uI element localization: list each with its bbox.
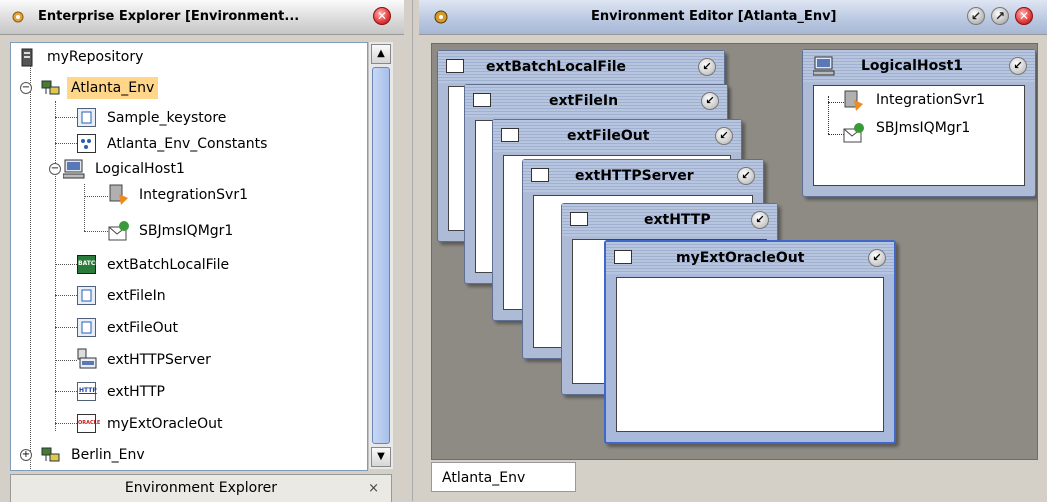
batch-icon: BATCH (77, 255, 100, 274)
editor-title: Environment Editor [Atlanta_Env] (591, 9, 837, 24)
editor-bottom-strip (431, 492, 1036, 501)
minimize-icon[interactable]: ↙ (967, 7, 985, 25)
environment-editor-panel: Environment Editor [Atlanta_Env] ↙ ↗ ✕ e… (419, 0, 1047, 501)
logicalhost-item-integrationsvr1[interactable]: IntegrationSvr1 (876, 92, 985, 108)
integration-server-icon (107, 184, 129, 206)
environment-icon (41, 445, 61, 465)
component-window-logicalhost1[interactable]: LogicalHost1 ↙ IntegrationSvr1 SBJmsIQMg… (802, 49, 1036, 197)
jms-manager-icon (842, 122, 866, 144)
scroll-thumb[interactable] (372, 67, 390, 444)
collapse-toggle-icon[interactable]: − (49, 163, 61, 175)
environment-icon (41, 78, 61, 98)
explorer-title: Enterprise Explorer [Environment... (38, 9, 300, 24)
selected-label: Atlanta_Env (67, 77, 159, 99)
scroll-up-icon[interactable]: ▲ (371, 44, 391, 64)
file-icon (77, 286, 96, 305)
keystore-icon (77, 108, 96, 127)
http-icon: HTTP (77, 382, 97, 401)
scroll-down-icon[interactable]: ▼ (371, 447, 391, 467)
tab-environment-explorer[interactable]: Environment Explorer × (10, 474, 392, 502)
http-server-icon (77, 348, 97, 370)
minimize-icon[interactable]: ↙ (715, 127, 733, 145)
close-icon[interactable]: ✕ (373, 7, 391, 25)
component-window-myextoracleout[interactable]: myExtOracleOut ↙ (604, 240, 896, 444)
close-icon[interactable]: ✕ (1015, 7, 1033, 25)
maximize-icon[interactable]: ↗ (991, 7, 1009, 25)
enterprise-explorer-panel: Enterprise Explorer [Environment... ✕ my… (0, 0, 412, 502)
explorer-titlebar[interactable]: Enterprise Explorer [Environment... ✕ (0, 0, 404, 35)
minimize-icon[interactable]: ↙ (868, 249, 886, 267)
minimize-icon[interactable]: ↙ (1009, 57, 1027, 75)
explorer-vertical-scrollbar[interactable]: ▲ ▼ (368, 42, 393, 469)
minimize-icon[interactable]: ↙ (751, 211, 769, 229)
tab-atlanta-env[interactable]: Atlanta_Env (431, 462, 576, 492)
editor-titlebar-icon (431, 8, 451, 26)
constants-icon (77, 134, 96, 153)
explorer-titlebar-icon (10, 9, 26, 25)
tab-close-icon[interactable]: × (368, 475, 379, 502)
minimize-icon[interactable]: ↙ (701, 92, 719, 110)
jms-manager-icon (107, 220, 131, 242)
logical-host-icon (62, 159, 85, 179)
collapse-toggle-icon[interactable]: − (20, 82, 32, 94)
file-icon (77, 318, 96, 337)
environment-canvas[interactable]: extBatchLocalFile ↙ extFileIn ↙ extFileO… (431, 43, 1038, 460)
minimize-icon[interactable]: ↙ (737, 167, 755, 185)
integration-server-icon (842, 90, 864, 112)
expand-toggle-icon[interactable]: + (20, 449, 32, 461)
logicalhost-item-sbjmsiqmgr1[interactable]: SBJmsIQMgr1 (876, 120, 970, 136)
minimize-icon[interactable]: ↙ (698, 58, 716, 76)
explorer-tree[interactable]: myRepository − Atlanta_Env Sample_keysto… (10, 42, 368, 471)
logical-host-icon (812, 56, 835, 76)
oracle-icon: ORACLE (77, 414, 100, 433)
repository-icon (21, 48, 33, 67)
editor-titlebar[interactable]: Environment Editor [Atlanta_Env] ↙ ↗ ✕ (419, 0, 1047, 35)
